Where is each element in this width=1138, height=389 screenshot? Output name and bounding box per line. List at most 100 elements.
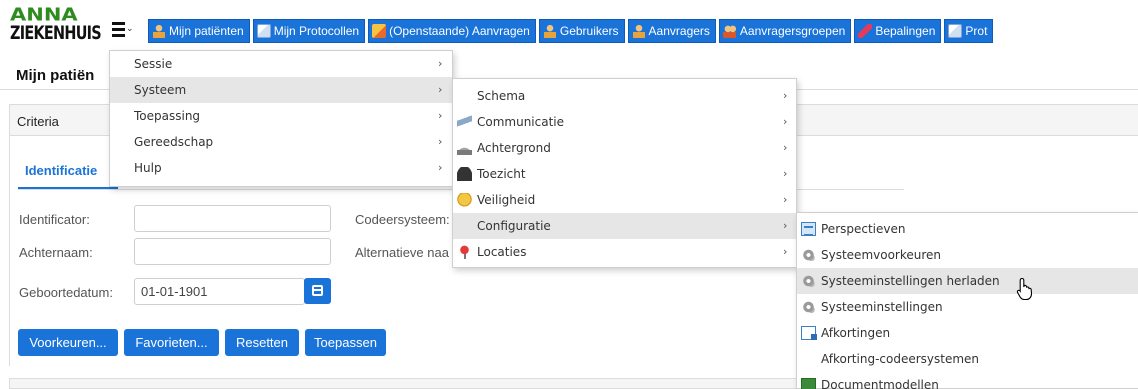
menu-item-label: Sessie [134, 57, 173, 71]
menu-item-systeem[interactable]: Systeem › [110, 77, 452, 103]
achternaam-label: Achternaam: [19, 245, 93, 260]
chevron-right-icon: › [783, 193, 788, 206]
hand-cursor-icon [1016, 277, 1033, 301]
person-icon [152, 24, 166, 38]
helmet-icon [457, 167, 472, 181]
calendar-icon [312, 285, 323, 296]
tab-mijn-patienten[interactable]: Mijn patiënten [148, 19, 250, 43]
tab-label: Aanvragersgroepen [739, 24, 846, 38]
systeem-submenu: Schema › Communicatie › Achtergrond › Toezi… [452, 78, 797, 268]
menu-item-documentmodellen[interactable]: Documentmodellen [797, 372, 1138, 389]
tab-label: Gebruikers [559, 24, 619, 38]
menu-item-label: Systeeminstellingen [821, 300, 943, 314]
menu-item-label: Communicatie [477, 115, 565, 129]
chevron-right-icon: › [438, 135, 443, 148]
resetten-button[interactable]: Resetten [225, 329, 299, 356]
chevron-right-icon: › [783, 115, 788, 128]
codeersysteem-label: Codeersysteem: [355, 212, 450, 227]
tab-label: Mijn Protocollen [273, 24, 360, 38]
grid-icon [801, 222, 816, 236]
page-title: Mijn patiën [16, 67, 95, 84]
voorkeuren-button[interactable]: Voorkeuren... [18, 329, 118, 356]
menu-item-label: Perspectieven [821, 222, 906, 236]
menu-item-label: Veiligheid [477, 193, 536, 207]
toepassen-button[interactable]: Toepassen [305, 329, 386, 356]
pen-icon [858, 24, 873, 38]
menu-item-toezicht[interactable]: Toezicht › [453, 161, 796, 187]
menu-item-communicatie[interactable]: Communicatie › [453, 109, 796, 135]
chevron-right-icon: › [438, 57, 443, 70]
chevron-right-icon: › [438, 161, 443, 174]
menu-item-label: Toezicht [477, 167, 526, 181]
menu-item-schema[interactable]: Schema › [453, 83, 796, 109]
menu-item-gereedschap[interactable]: Gereedschap › [110, 129, 452, 155]
tab-gebruikers[interactable]: Gebruikers [538, 19, 625, 43]
pencil-icon [372, 24, 387, 38]
gear-icon [801, 300, 816, 314]
menu-item-perspectieven[interactable]: Perspectieven [797, 216, 1138, 242]
menu-item-label: Systeemvoorkeuren [821, 248, 942, 262]
shield-icon [457, 193, 472, 207]
menu-item-toepassing[interactable]: Toepassing › [110, 103, 452, 129]
alternatieve-naam-label: Alternatieve naa [355, 245, 449, 260]
main-menu: Sessie › Systeem › Toepassing › Gereedschap… [109, 50, 453, 187]
menu-item-afkortingen[interactable]: Afkortingen [797, 320, 1138, 346]
chevron-right-icon: › [783, 219, 788, 232]
hamburger-menu-button[interactable]: ⌄ [109, 19, 134, 41]
tab-label: Bepalingen [875, 24, 936, 38]
identificator-label: Identificator: [19, 212, 90, 227]
tab-label: Aanvragers [648, 24, 710, 38]
pin-icon [457, 245, 472, 259]
menu-item-systeeminstellingen[interactable]: Systeeminstellingen [797, 294, 1138, 320]
menu-item-label: Hulp [134, 161, 162, 175]
tab-aanvragersgroepen[interactable]: Aanvragersgroepen [718, 19, 852, 43]
menu-item-label: Documentmodellen [821, 378, 939, 389]
green-document-icon [801, 378, 816, 389]
menu-item-label: Toepassing [134, 109, 201, 123]
tab-bepalingen[interactable]: Bepalingen [854, 19, 942, 43]
menu-item-label: Gereedschap [134, 135, 214, 149]
configuratie-submenu: Perspectieven Systeemvoorkeuren Systeemi… [796, 212, 1138, 389]
chevron-down-icon: ⌄ [126, 24, 134, 34]
menu-item-veiligheid[interactable]: Veiligheid › [453, 187, 796, 213]
tab-openstaande-aanvragen[interactable]: (Openstaande) Aanvragen [368, 19, 536, 43]
tab-aanvragers[interactable]: Aanvragers [627, 19, 716, 43]
gear-icon [801, 248, 816, 262]
chevron-right-icon: › [438, 83, 443, 96]
menu-item-label: Configuratie [477, 219, 551, 233]
tab-label: Prot [965, 24, 988, 38]
menu-item-configuratie[interactable]: Configuratie › [453, 213, 796, 239]
chevron-right-icon: › [783, 89, 788, 102]
identificator-input[interactable] [134, 205, 331, 232]
chevron-right-icon: › [783, 245, 788, 258]
chevron-right-icon: › [438, 109, 443, 122]
menu-item-achtergrond[interactable]: Achtergrond › [453, 135, 796, 161]
menu-item-label: Afkortingen [821, 326, 891, 340]
tab-identificatie[interactable]: Identificatie [25, 163, 97, 178]
menu-item-label: Systeem [134, 83, 187, 97]
tab-label: (Openstaande) Aanvragen [389, 24, 530, 38]
nav-tabs: Mijn patiënten Mijn Protocollen (Opensta… [148, 19, 996, 43]
menu-item-label: Schema [477, 89, 526, 103]
menu-item-locaties[interactable]: Locaties › [453, 239, 796, 265]
date-picker-button[interactable] [304, 278, 331, 304]
tab-label: Mijn patiënten [169, 24, 244, 38]
hospital-logo[interactable]: ANNA ZIEKENHUIS [10, 6, 102, 46]
menu-item-label: Afkorting-codeersystemen [821, 352, 980, 366]
menu-item-label: Locaties [477, 245, 527, 259]
favorieten-button[interactable]: Favorieten... [124, 329, 219, 356]
chevron-right-icon: › [783, 167, 788, 180]
menu-item-afkorting-codeersystemen[interactable]: Afkorting-codeersystemen [797, 346, 1138, 372]
geboortedatum-label: Geboortedatum: [19, 285, 113, 300]
geboortedatum-input[interactable]: 01-01-1901 [134, 278, 305, 305]
menu-item-sessie[interactable]: Sessie › [110, 51, 452, 77]
achternaam-input[interactable] [134, 238, 331, 265]
tab-mijn-protocollen[interactable]: Mijn Protocollen [252, 19, 366, 43]
menu-item-systeeminstellingen-herladen[interactable]: Systeeminstellingen herladen [797, 268, 1138, 294]
pages-icon [256, 24, 271, 38]
menu-item-hulp[interactable]: Hulp › [110, 155, 452, 181]
gear-icon [801, 274, 816, 288]
person-icon [631, 24, 646, 38]
menu-item-systeemvoorkeuren[interactable]: Systeemvoorkeuren [797, 242, 1138, 268]
tab-protocollen[interactable]: Prot [944, 19, 994, 43]
